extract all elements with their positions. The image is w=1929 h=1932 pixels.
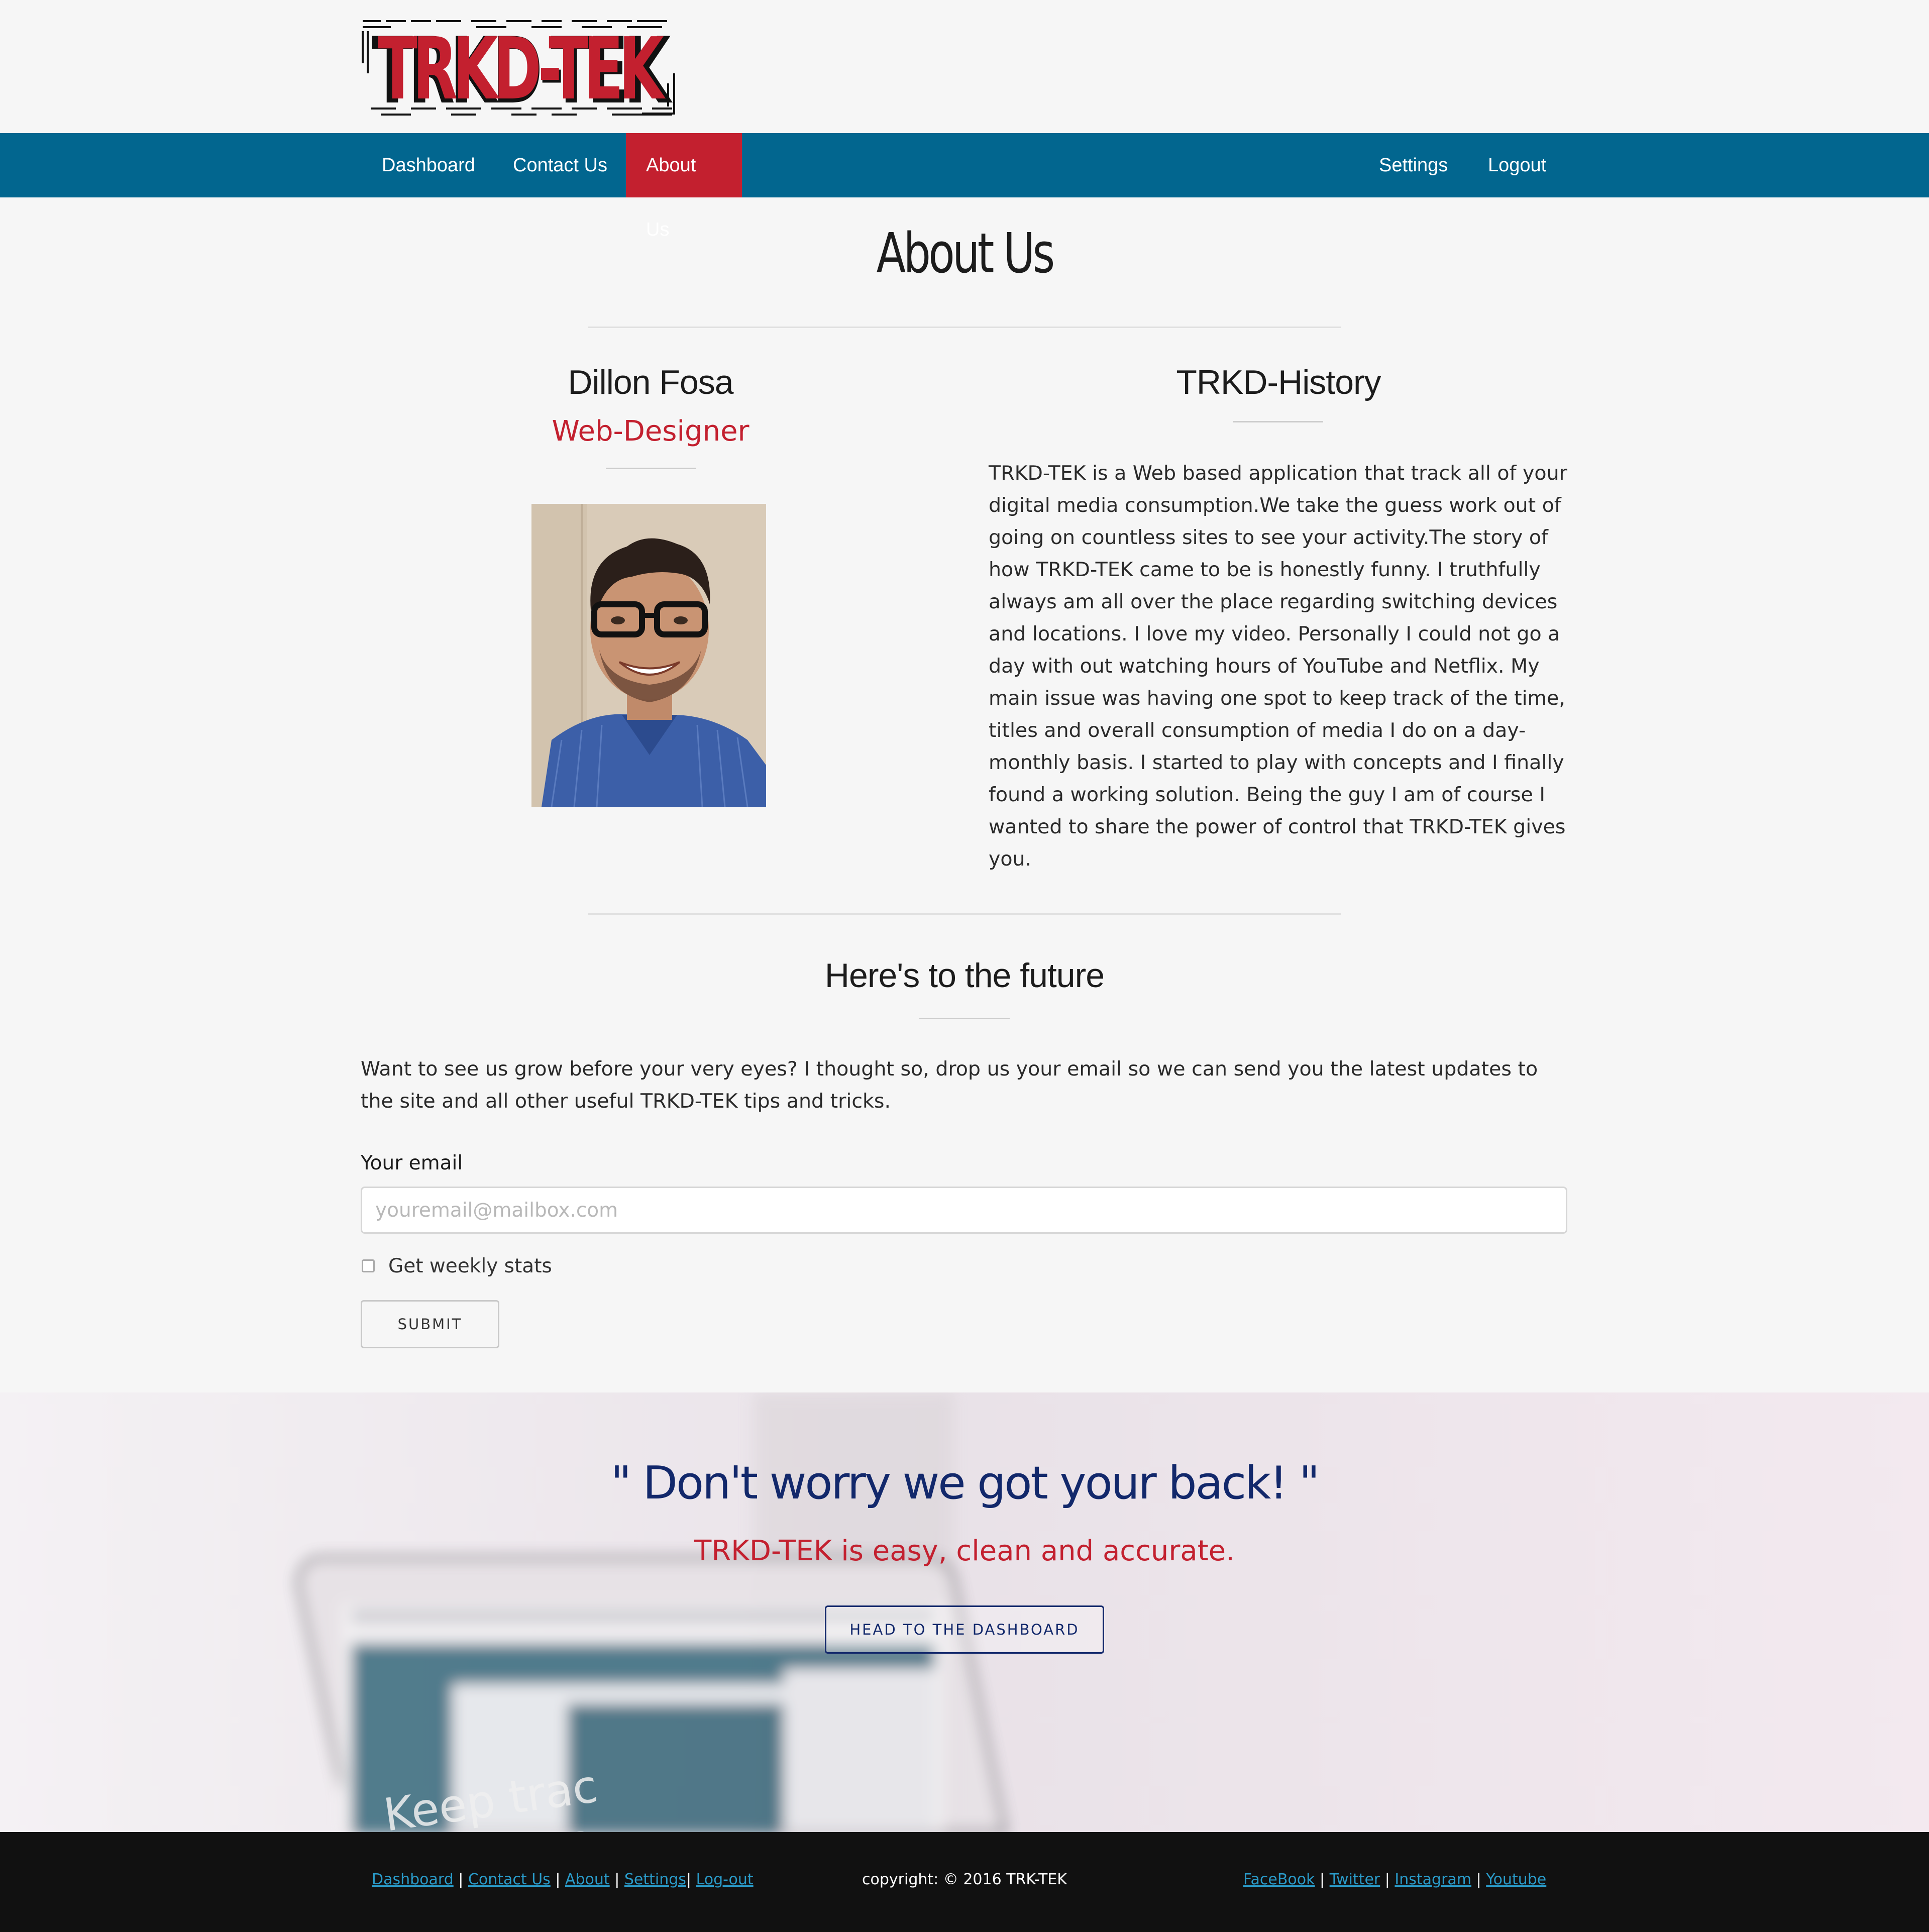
footer-social-links: FaceBook | Twitter | Instagram | Youtube [1243,1871,1547,1888]
person-role: Web-Designer [552,415,749,448]
trkd-tek-logo[interactable]: TRKD-TEK TRKD-TEK [361,18,676,119]
footer-copyright: copyright: © 2016 TRK-TEK [862,1871,1067,1888]
divider [606,468,696,469]
future-title: Here's to the future [824,956,1105,995]
weekly-stats-label[interactable]: Get weekly stats [388,1255,552,1277]
header: TRKD-TEK TRKD-TEK [0,0,1929,133]
hero-quote: " Don't worry we got your back! " [610,1457,1320,1510]
divider [919,1018,1010,1019]
person-name: Dillon Fosa [568,363,733,401]
nav-settings[interactable]: Settings [1359,133,1468,197]
page-title: About Us [876,221,1055,285]
nav-contact-us[interactable]: Contact Us [493,133,627,197]
svg-text:TRKD-TEK: TRKD-TEK [378,20,666,119]
footer-link-facebook[interactable]: FaceBook [1243,1871,1315,1888]
nav-dashboard[interactable]: Dashboard [362,133,495,197]
divider [1233,421,1323,422]
history-text: TRKD-TEK is a Web based application that… [989,462,1567,871]
hero-subtitle: TRKD-TEK is easy, clean and accurate. [694,1535,1235,1567]
footer-link-instagram[interactable]: Instagram [1395,1871,1471,1888]
email-field[interactable] [361,1187,1567,1234]
main-nav: Dashboard Contact Us About Us Settings L… [0,133,1929,240]
nav-about-us[interactable]: About Us [626,133,742,240]
email-label: Your email [361,1152,463,1174]
divider [588,913,1341,915]
submit-button[interactable]: SUBMIT [361,1300,499,1348]
future-text: Want to see us grow before your very eye… [361,1057,1538,1113]
head-to-dashboard-button[interactable]: HEAD TO THE DASHBOARD [825,1605,1104,1654]
divider [588,327,1341,328]
footer-link-twitter[interactable]: Twitter [1330,1871,1380,1888]
history-title: TRKD-History [1176,363,1381,401]
nav-logout[interactable]: Logout [1468,133,1566,197]
profile-photo [531,504,766,807]
weekly-stats-checkbox[interactable] [362,1259,375,1272]
footer-link-youtube[interactable]: Youtube [1486,1871,1546,1888]
